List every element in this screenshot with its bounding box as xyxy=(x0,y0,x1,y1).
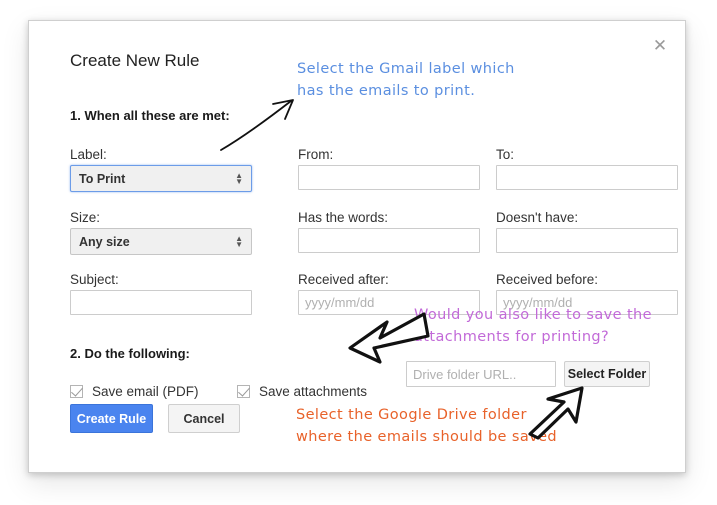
label-select[interactable]: To Print ▲ ▼ xyxy=(70,165,252,192)
size-select[interactable]: Any size ▲ ▼ xyxy=(70,228,252,255)
chevron-updown-icon: ▲ ▼ xyxy=(235,233,243,249)
save-attachments-checkbox-row[interactable]: Save attachments xyxy=(237,384,367,399)
step-1-heading: 1. When all these are met: xyxy=(70,108,230,123)
save-attachments-checkbox[interactable] xyxy=(237,385,250,398)
save-attachments-label: Save attachments xyxy=(259,384,368,399)
step-2-heading: 2. Do the following: xyxy=(70,346,190,361)
received-after-field-label: Received after: xyxy=(298,272,389,287)
label-field-label: Label: xyxy=(70,147,107,162)
save-email-checkbox-row[interactable]: Save email (PDF) xyxy=(70,384,199,399)
size-select-value: Any size xyxy=(79,234,130,249)
size-field-label: Size: xyxy=(70,210,101,225)
save-email-checkbox[interactable] xyxy=(70,385,83,398)
subject-input[interactable] xyxy=(70,290,252,315)
annotation-purple-text: Would you also like to save the attachme… xyxy=(414,307,652,345)
from-field-label: From: xyxy=(298,147,334,162)
page-title: Create New Rule xyxy=(70,51,200,70)
received-before-field-label: Received before: xyxy=(496,272,599,287)
has-the-words-input[interactable] xyxy=(298,228,480,253)
to-field-label: To: xyxy=(496,147,515,162)
select-folder-button[interactable]: Select Folder xyxy=(564,361,650,387)
subject-field-label: Subject: xyxy=(70,272,119,287)
doesnt-have-field-label: Doesn't have: xyxy=(496,210,579,225)
from-input[interactable] xyxy=(298,165,480,190)
has-the-words-field-label: Has the words: xyxy=(298,210,389,225)
cancel-button[interactable]: Cancel xyxy=(168,404,240,433)
label-select-value: To Print xyxy=(79,171,126,186)
create-rule-button[interactable]: Create Rule xyxy=(70,404,153,433)
save-email-label: Save email (PDF) xyxy=(92,384,199,399)
annotation-orange-text: Select the Google Drive folder where the… xyxy=(296,407,558,445)
drive-folder-url-input[interactable] xyxy=(406,361,556,387)
doesnt-have-input[interactable] xyxy=(496,228,678,253)
to-input[interactable] xyxy=(496,165,678,190)
close-icon[interactable]: ✕ xyxy=(647,33,673,59)
chevron-updown-icon: ▲ ▼ xyxy=(235,170,243,186)
annotation-blue-text: Select the Gmail label which has the ema… xyxy=(297,61,515,99)
